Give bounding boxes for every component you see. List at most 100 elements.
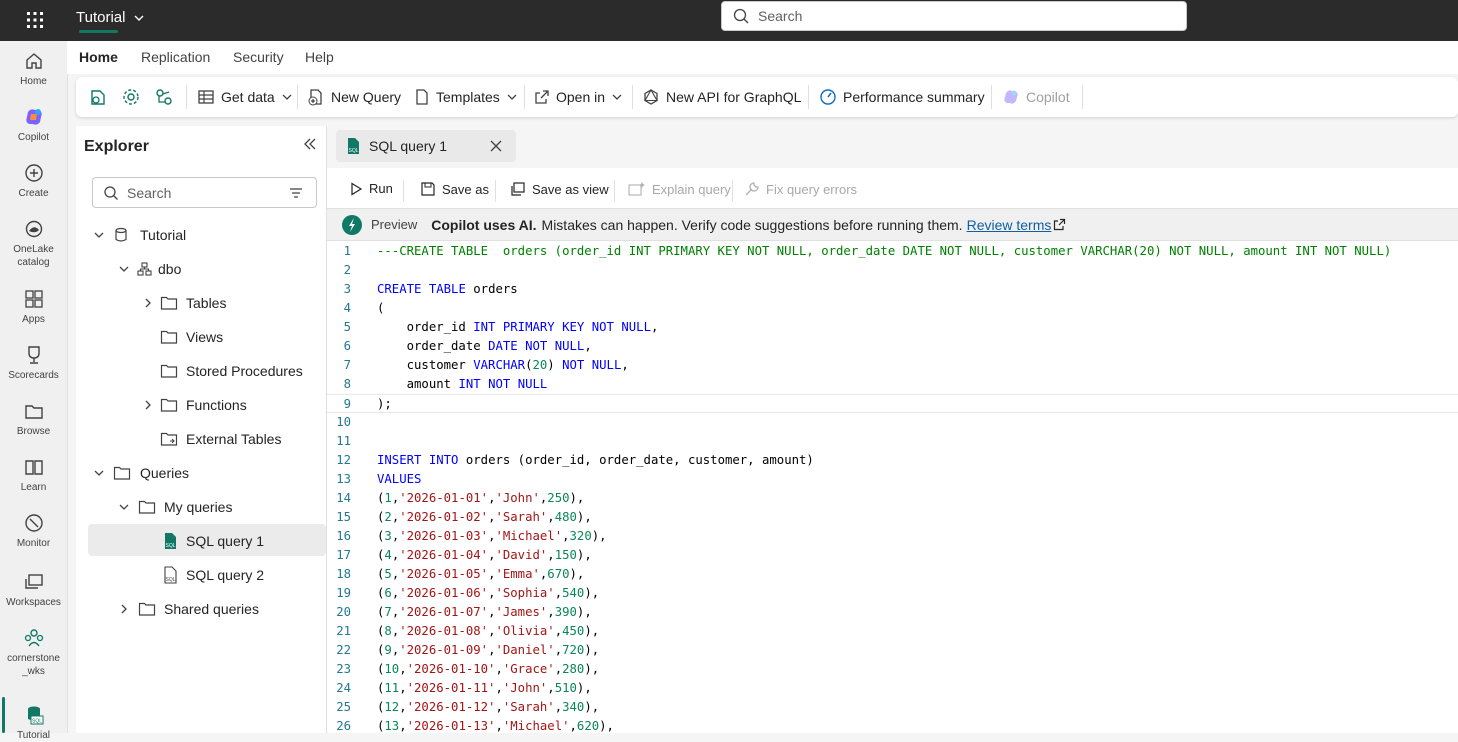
code-line[interactable]: 10 — [327, 413, 1458, 432]
tree-item-external-tables[interactable]: External Tables — [160, 425, 281, 453]
tree-item-tables[interactable]: Tables — [142, 289, 226, 317]
code-line-text: (3,'2026-01-03','Michael',320), — [377, 529, 607, 543]
tree-item-dbo[interactable]: dbo — [118, 255, 181, 283]
tab-help[interactable]: Help — [305, 49, 334, 65]
new-query-button[interactable]: New Query — [307, 87, 401, 107]
connections-button[interactable] — [154, 87, 174, 107]
code-line[interactable]: 11 — [327, 432, 1458, 451]
tree-item-tutorial[interactable]: Tutorial — [93, 221, 186, 249]
nav-workspaces[interactable]: Workspaces — [0, 571, 67, 609]
new-graphql-api-button[interactable]: New API for GraphQL — [642, 87, 801, 107]
performance-summary-button[interactable]: Performance summary — [819, 87, 985, 107]
code-line[interactable]: 25 (12,'2026-01-12','Sarah',340), — [327, 698, 1458, 717]
app-launcher-icon[interactable] — [24, 9, 46, 31]
code-line[interactable]: 19 (6,'2026-01-06','Sophia',540), — [327, 584, 1458, 603]
close-icon[interactable] — [489, 139, 503, 153]
query-tab-sql-query-1[interactable]: SQL SQL query 1 — [336, 130, 516, 162]
line-number: 16 — [336, 529, 351, 543]
explorer-pane: Explorer Search Tutorial dbo Tables View… — [76, 126, 327, 733]
code-line[interactable]: 16 (3,'2026-01-03','Michael',320), — [327, 527, 1458, 546]
nav-apps[interactable]: Apps — [0, 288, 67, 326]
code-line[interactable]: 24 (11,'2026-01-11','John',510), — [327, 679, 1458, 698]
code-line[interactable]: 7 customer VARCHAR(20) NOT NULL, — [327, 356, 1458, 375]
get-data-button[interactable]: Get data — [197, 87, 293, 107]
code-line[interactable]: 9); — [327, 394, 1458, 413]
collapse-pane-icon[interactable] — [302, 136, 318, 152]
sql-file-icon: SQL — [348, 138, 359, 154]
nav-copilot[interactable]: Copilot — [0, 106, 67, 144]
nav-scorecards[interactable]: Scorecards — [0, 344, 67, 382]
new-query-icon — [308, 89, 322, 106]
trophy-icon — [27, 346, 40, 364]
apps-icon — [24, 290, 43, 308]
save-as-view-button[interactable]: Save as view — [510, 181, 609, 197]
code-line[interactable]: 6 order_date DATE NOT NULL, — [327, 337, 1458, 356]
tree-item-stored-procedures[interactable]: Stored Procedures — [160, 357, 303, 385]
settings-button[interactable] — [121, 87, 141, 107]
code-line[interactable]: 4( — [327, 299, 1458, 318]
tab-replication[interactable]: Replication — [141, 49, 210, 65]
fix-query-errors-button[interactable]: Fix query errors — [744, 181, 857, 197]
tree-label-shared-queries: Shared queries — [164, 601, 259, 617]
code-line[interactable]: 17 (4,'2026-01-04','David',150), — [327, 546, 1458, 565]
fix-query-errors-label: Fix query errors — [766, 181, 858, 197]
open-in-button[interactable]: Open in — [534, 87, 623, 107]
global-search-input[interactable]: Search — [721, 1, 1187, 31]
tab-home[interactable]: Home — [79, 49, 118, 65]
code-line[interactable]: 3 CREATE TABLE orders — [327, 280, 1458, 299]
ribbon-separator — [808, 85, 809, 109]
tree-item-sql-query-1[interactable]: SQL SQL query 1 — [162, 527, 264, 555]
folder-icon — [160, 398, 178, 412]
filter-icon[interactable] — [288, 185, 304, 201]
sql-code-editor[interactable]: 1 ---CREATE TABLE orders (order_id INT PR… — [327, 242, 1458, 733]
code-line-text: (2,'2026-01-02','Sarah',480), — [377, 510, 592, 524]
copilot-button[interactable]: Copilot — [1002, 87, 1070, 107]
code-line[interactable]: 1 ---CREATE TABLE orders (order_id INT PR… — [327, 242, 1458, 261]
run-button[interactable]: Run — [349, 181, 393, 196]
code-line[interactable]: 22 (9,'2026-01-09','Daniel',720), — [327, 641, 1458, 660]
tree-item-queries[interactable]: Queries — [93, 459, 189, 487]
tree-item-shared-queries[interactable]: Shared queries — [118, 595, 259, 623]
explain-query-button[interactable]: Explain query — [628, 181, 731, 197]
code-line[interactable]: 2 — [327, 261, 1458, 280]
new-sql-db-button[interactable] — [88, 87, 108, 107]
chevron-down-icon — [119, 504, 129, 510]
tree-item-sql-query-2[interactable]: SQL SQL query 2 — [162, 561, 264, 589]
ribbon-separator — [991, 85, 992, 109]
explorer-search-input[interactable]: Search — [92, 177, 317, 208]
nav-create[interactable]: Create — [0, 162, 67, 200]
line-number: 24 — [336, 681, 351, 695]
line-number: 23 — [336, 662, 351, 676]
workspace-switcher[interactable]: Tutorial — [76, 9, 145, 27]
code-line[interactable]: 14 (1,'2026-01-01','John',250), — [327, 489, 1458, 508]
review-terms-link[interactable]: Review terms — [967, 217, 1052, 233]
save-as-button[interactable]: Save as — [420, 181, 489, 197]
nav-cornerstone-wks[interactable]: cornerstone _wks — [0, 627, 67, 678]
code-line[interactable]: 8 amount INT NOT NULL — [327, 375, 1458, 394]
code-line[interactable]: 20 (7,'2026-01-07','James',390), — [327, 603, 1458, 622]
copilot-notice-text: Mistakes can happen. Verify code suggest… — [541, 216, 963, 233]
nav-onelake-catalog[interactable]: OneLake catalog — [0, 218, 67, 269]
nav-tutorial[interactable]: SQL Tutorial — [0, 704, 67, 742]
code-line[interactable]: 15 (2,'2026-01-02','Sarah',480), — [327, 508, 1458, 527]
open-external-icon[interactable] — [1053, 218, 1066, 231]
code-line[interactable]: 26 (13,'2026-01-13','Michael',620), — [327, 717, 1458, 733]
code-line[interactable]: 5 order_id INT PRIMARY KEY NOT NULL, — [327, 318, 1458, 337]
nav-learn[interactable]: Learn — [0, 456, 67, 494]
code-line[interactable]: 23 (10,'2026-01-10','Grace',280), — [327, 660, 1458, 679]
nav-browse[interactable]: Browse — [0, 400, 67, 438]
templates-button[interactable]: Templates — [414, 87, 518, 107]
code-line[interactable]: 13 VALUES — [327, 470, 1458, 489]
tab-security[interactable]: Security — [233, 49, 284, 65]
tree-item-my-queries[interactable]: My queries — [118, 493, 232, 521]
code-line[interactable]: 12 INSERT INTO orders (order_id, order_da… — [327, 451, 1458, 470]
workspaces-icon — [24, 574, 43, 589]
nav-monitor[interactable]: Monitor — [0, 512, 67, 550]
nav-home[interactable]: Home — [0, 50, 67, 88]
code-line-text: amount INT NOT NULL — [377, 377, 548, 391]
tree-item-views[interactable]: Views — [160, 323, 223, 351]
code-line[interactable]: 21 (8,'2026-01-08','Olivia',450), — [327, 622, 1458, 641]
tree-item-functions[interactable]: Functions — [142, 391, 247, 419]
code-line[interactable]: 18 (5,'2026-01-05','Emma',670), — [327, 565, 1458, 584]
code-line-text: (7,'2026-01-07','James',390), — [377, 605, 592, 619]
